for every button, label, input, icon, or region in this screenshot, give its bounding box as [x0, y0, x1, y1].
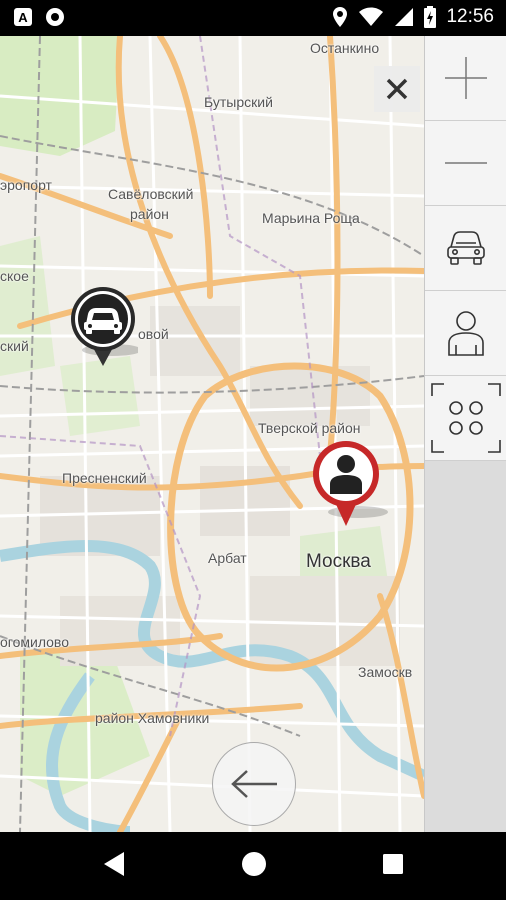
zoom-in-button[interactable] — [425, 36, 506, 121]
map-label: ское — [0, 268, 29, 284]
app-notification-icon: A — [14, 8, 32, 26]
map-view[interactable]: Останкино Бутырский эропорт Савёловский … — [0, 36, 424, 832]
map-label: Пресненский — [62, 470, 147, 486]
map-label: Марьина Роща — [262, 210, 360, 226]
map-label: эропорт — [0, 177, 52, 193]
close-button[interactable] — [374, 66, 420, 112]
back-arrow-button[interactable] — [212, 742, 296, 826]
car-icon — [447, 231, 485, 265]
zoom-out-icon — [445, 162, 487, 164]
map-label: овой — [138, 326, 169, 342]
home-circle-icon[interactable] — [241, 850, 267, 878]
locate-car-button[interactable] — [425, 206, 506, 291]
map-label: Тверской район — [258, 420, 361, 436]
wifi-icon — [359, 7, 384, 26]
map-label: Арбат — [208, 550, 247, 566]
map-label-city: Москва — [306, 551, 371, 572]
recents-square-icon[interactable] — [381, 850, 405, 878]
map-label: ский — [0, 338, 29, 354]
back-triangle-icon[interactable] — [102, 850, 126, 878]
map-label: Останкино — [310, 40, 380, 56]
fit-bounds-icon — [431, 383, 501, 453]
record-icon — [46, 8, 64, 26]
person-icon — [448, 311, 484, 356]
battery-icon — [424, 6, 437, 28]
zoom-in-icon — [445, 57, 487, 99]
clock: 12:56 — [446, 6, 494, 27]
map-label: Бутырский — [204, 94, 273, 110]
close-icon — [386, 78, 408, 100]
locate-person-button[interactable] — [425, 291, 506, 376]
map-label: район — [130, 206, 169, 222]
status-bar: A 12:56 — [0, 0, 506, 36]
arrow-left-icon — [231, 770, 277, 798]
map-controls-sidebar — [424, 36, 506, 832]
signal-icon — [395, 8, 414, 26]
system-nav-bar — [0, 832, 506, 900]
fit-bounds-button[interactable] — [425, 376, 506, 461]
map-label: Савёловский — [108, 186, 194, 202]
location-icon — [333, 7, 348, 27]
map-label: район Хамовники — [95, 710, 210, 726]
map-label: Замоскв — [358, 664, 413, 680]
zoom-out-button[interactable] — [425, 121, 506, 206]
map-label: огомилово — [0, 634, 69, 650]
